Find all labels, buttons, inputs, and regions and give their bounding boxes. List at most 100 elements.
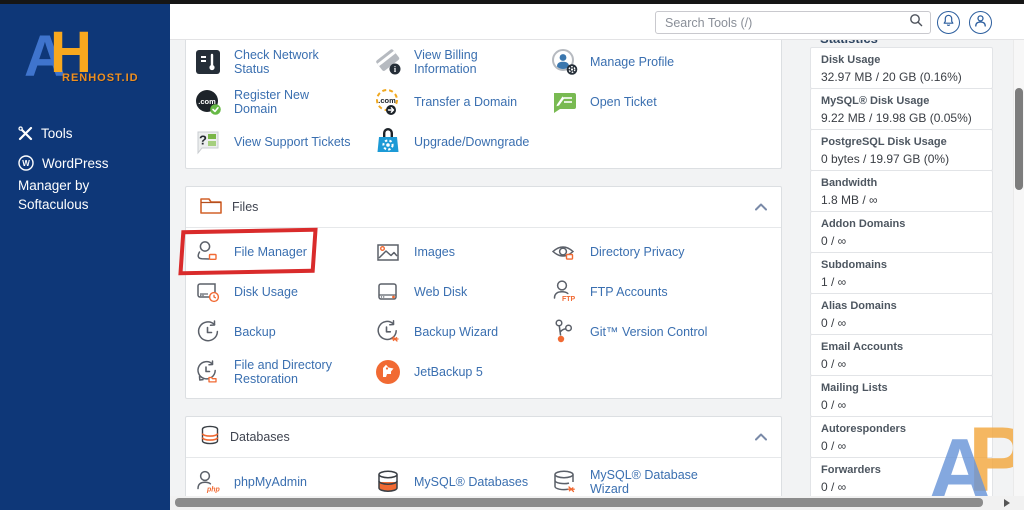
mysql-databases-icon xyxy=(374,468,404,496)
tool-label: File Manager xyxy=(234,245,307,259)
top-header xyxy=(170,4,1024,40)
tool-backup-wizard[interactable]: Backup Wizard xyxy=(366,312,542,352)
stat-label: Addon Domains xyxy=(821,218,906,230)
user-icon xyxy=(974,14,987,32)
horizontal-scrollbar[interactable] xyxy=(170,496,1024,510)
tool-check-network-status[interactable]: Check Network Status xyxy=(186,42,366,82)
svg-text:php: php xyxy=(206,487,221,494)
stat-subdomains: Subdomains 1 / ∞ xyxy=(810,252,993,294)
chevron-up-icon[interactable] xyxy=(755,198,767,216)
stat-mailing-lists: Mailing Lists 0 / ∞ xyxy=(810,375,993,417)
register-domain-icon: .com xyxy=(194,88,224,116)
file-manager-icon xyxy=(194,238,224,266)
databases-section-header[interactable]: Databases xyxy=(186,417,781,457)
tool-disk-usage[interactable]: Disk Usage xyxy=(186,272,366,312)
tool-view-support-tickets[interactable]: ? View Support Tickets xyxy=(186,122,366,162)
tool-directory-privacy[interactable]: Directory Privacy xyxy=(542,232,781,272)
tool-file-manager[interactable]: File Manager xyxy=(178,227,366,276)
tool-images[interactable]: Images xyxy=(366,232,542,272)
stat-value: 9.22 MB / 19.98 GB (0.05%) xyxy=(821,111,972,125)
tool-file-and-directory-restoration[interactable]: File and Directory Restoration xyxy=(186,352,366,392)
stat-bandwidth: Bandwidth 1.8 MB / ∞ xyxy=(810,170,993,212)
tool-label: Register New Domain xyxy=(234,88,310,116)
horizontal-scrollbar-thumb[interactable] xyxy=(175,498,983,507)
brand-logo: A H RENHOST.ID xyxy=(24,24,164,90)
stat-value: 0 / ∞ xyxy=(821,316,847,330)
tool-view-billing-information[interactable]: i View Billing Information xyxy=(366,42,542,82)
upgrade-bag-icon xyxy=(374,128,404,156)
stat-label: Forwarders xyxy=(821,464,881,476)
stat-label: Alias Domains xyxy=(821,300,897,312)
tool-label: File and Directory Restoration xyxy=(234,358,332,386)
section-title: Databases xyxy=(230,430,290,444)
wordpress-icon: W xyxy=(18,155,34,176)
stat-email-accounts: Email Accounts 0 / ∞ xyxy=(810,334,993,376)
web-disk-icon xyxy=(374,278,404,306)
sidebar-item-wordpress-manager[interactable]: W WordPress Manager by Softaculous xyxy=(18,154,140,214)
stat-label: Bandwidth xyxy=(821,177,878,189)
stat-postgresql-disk-usage: PostgreSQL Disk Usage 0 bytes / 19.97 GB… xyxy=(810,129,993,171)
user-menu-button[interactable] xyxy=(969,11,992,34)
tool-label: phpMyAdmin xyxy=(234,475,307,489)
tool-upgrade-downgrade[interactable]: Upgrade/Downgrade xyxy=(366,122,542,162)
tool-label: Web Disk xyxy=(414,285,468,299)
ftp-accounts-icon: FTP xyxy=(550,278,580,306)
tool-label: Backup Wizard xyxy=(414,325,499,339)
wrench-icon xyxy=(18,126,33,146)
stat-value: 0 bytes / 19.97 GB (0%) xyxy=(821,152,950,166)
tool-label: Check Network Status xyxy=(234,48,319,76)
stat-value: 0 / ∞ xyxy=(821,234,847,248)
stat-forwarders: Forwarders 0 / ∞ xyxy=(810,457,993,499)
tool-backup[interactable]: Backup xyxy=(186,312,366,352)
git-icon xyxy=(550,318,580,346)
tool-jetbackup-5[interactable]: JetBackup 5 xyxy=(366,352,542,392)
notifications-button[interactable] xyxy=(937,11,960,34)
tool-label: Images xyxy=(414,245,455,259)
main-content: Check Network Status i View Billing Info… xyxy=(178,40,782,510)
images-icon xyxy=(374,238,404,266)
tool-web-disk[interactable]: Web Disk xyxy=(366,272,542,312)
tool-label: Directory Privacy xyxy=(590,245,685,259)
stat-disk-usage: Disk Usage 32.97 MB / 20 GB (0.16%) xyxy=(810,47,993,89)
vertical-scrollbar-thumb[interactable] xyxy=(1015,88,1023,190)
chevron-up-icon[interactable] xyxy=(755,428,767,446)
stat-value: 1.8 MB / ∞ xyxy=(821,193,878,207)
search-input[interactable] xyxy=(656,15,909,30)
stat-label: Email Accounts xyxy=(821,341,904,353)
tool-label: View Support Tickets xyxy=(234,135,351,149)
tool-label: View Billing Information xyxy=(414,48,478,76)
left-sidebar: A H RENHOST.ID Tools W WordPress Manager… xyxy=(0,4,170,510)
stat-value: 32.97 MB / 20 GB (0.16%) xyxy=(821,70,962,84)
mysql-wizard-icon xyxy=(550,468,580,496)
tool-manage-profile[interactable]: Manage Profile xyxy=(542,42,781,82)
bell-icon xyxy=(942,14,955,32)
tool-label: MySQL® Databases xyxy=(414,475,529,489)
stat-label: Subdomains xyxy=(821,259,888,271)
network-status-icon xyxy=(194,48,224,76)
window-top-edge xyxy=(0,0,1024,4)
svg-text:?: ? xyxy=(199,133,207,148)
search-box[interactable] xyxy=(655,11,931,34)
tool-open-ticket[interactable]: Open Ticket xyxy=(542,82,781,122)
tool-label: Open Ticket xyxy=(590,95,657,109)
stat-addon-domains: Addon Domains 0 / ∞ xyxy=(810,211,993,253)
tool-git-version-control[interactable]: Git™ Version Control xyxy=(542,312,781,352)
stat-value: 1 / ∞ xyxy=(821,275,847,289)
stat-value: 0 / ∞ xyxy=(821,439,847,453)
stat-alias-domains: Alias Domains 0 / ∞ xyxy=(810,293,993,335)
files-section-header[interactable]: Files xyxy=(186,187,781,227)
tool-ftp-accounts[interactable]: FTP FTP Accounts xyxy=(542,272,781,312)
restoration-icon xyxy=(194,358,224,386)
tool-label: Git™ Version Control xyxy=(590,325,708,339)
tool-label: Backup xyxy=(234,325,276,339)
stat-value: 0 / ∞ xyxy=(821,398,847,412)
stat-value: 0 / ∞ xyxy=(821,357,847,371)
tool-transfer-a-domain[interactable]: .com Transfer a Domain xyxy=(366,82,542,122)
svg-text:.com: .com xyxy=(378,96,396,105)
scroll-right-arrow-icon[interactable] xyxy=(1004,499,1010,507)
tool-register-new-domain[interactable]: .com Register New Domain xyxy=(186,82,366,122)
phpmyadmin-icon: php xyxy=(194,468,224,496)
sidebar-item-tools[interactable]: Tools xyxy=(18,124,73,146)
vertical-scrollbar[interactable] xyxy=(1013,40,1024,510)
database-icon xyxy=(200,425,220,450)
